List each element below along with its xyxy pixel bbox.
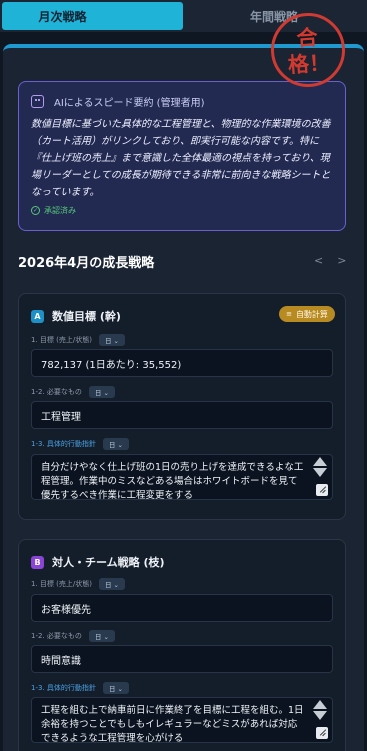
need-label-text: 1-2. 必要なもの [31, 388, 82, 396]
strategy-card-team: B 対人・チーム戦略 (枝) 1. 目標 (売上/状態) 日 ⌄ お客様優先 1-… [18, 539, 346, 751]
language-toggle-button[interactable]: 日 ⌄ [98, 578, 125, 590]
resize-handle-icon[interactable] [316, 484, 328, 496]
language-toggle-button[interactable]: 日 ⌄ [88, 630, 115, 642]
action-label-text: 1-3. 具体的行動指針 [31, 440, 96, 448]
goal-label-text: 1. 目標 (売上/状態) [31, 336, 92, 344]
arrow-up-icon [313, 700, 327, 709]
action-label: 1-3. 具体的行動指針日 ⌄ [31, 438, 129, 450]
card-badge: B [31, 555, 44, 569]
ai-summary-header: AIによるスピード要約 (管理者用) [31, 94, 333, 109]
ai-summary-box: AIによるスピード要約 (管理者用) 数値目標に基づいた具体的な工程管理と、物理… [18, 81, 346, 231]
strategy-panel: AIによるスピード要約 (管理者用) 数値目標に基づいた具体的な工程管理と、物理… [3, 44, 364, 751]
approval-status-label: 承認済み [44, 206, 76, 215]
next-month-button[interactable]: > [337, 254, 360, 267]
ai-summary-title: AIによるスピード要約 (管理者用) [54, 98, 205, 109]
action-textarea[interactable]: 自分だけやなく仕上げ班の1日の売り上げを達成できるよな工程管理。作業中のミスなど… [31, 454, 333, 500]
language-toggle-button[interactable]: 日 ⌄ [102, 438, 129, 450]
approval-status: ✓ 承認済み [31, 205, 333, 216]
tab-monthly-strategy[interactable]: 月次戦略 [2, 2, 183, 30]
action-text: 自分だけやなく仕上げ班の1日の売り上げを達成できるよな工程管理。作業中のミスなど… [41, 462, 304, 500]
auto-calc-badge: ≡ 自動計算 [279, 306, 335, 322]
action-label-text: 1-3. 具体的行動指針 [31, 684, 96, 692]
month-nav: <> [314, 254, 360, 267]
goal-label-text: 1. 目標 (売上/状態) [31, 580, 92, 588]
need-label-text: 1-2. 必要なもの [31, 632, 82, 640]
scroll-arrows[interactable] [312, 700, 328, 722]
card-title: 対人・チーム戦略 (枝) [52, 556, 165, 569]
auto-calc-label: 自動計算 [295, 309, 328, 319]
need-label: 1-2. 必要なもの日 ⌄ [31, 386, 115, 398]
action-text: 工程を組む上で納車前日に作業終了を目標に工程を組む。1日余裕を持つことでもしもイ… [41, 705, 304, 743]
ai-summary-text: 数値目標に基づいた具体的な工程管理と、物理的な作業環境の改善（カート活用）がリン… [31, 119, 331, 198]
need-label: 1-2. 必要なもの日 ⌄ [31, 630, 115, 642]
prev-month-button[interactable]: < [314, 254, 337, 267]
arrow-up-icon [313, 457, 327, 466]
language-toggle-button[interactable]: 日 ⌄ [102, 682, 129, 694]
need-input[interactable]: 時間意識 [31, 645, 333, 673]
action-label: 1-3. 具体的行動指針日 ⌄ [31, 682, 129, 694]
robot-icon [31, 95, 44, 108]
goal-input[interactable]: 782,137 (1日あたり: 35,552) [31, 349, 333, 377]
language-toggle-button[interactable]: 日 ⌄ [98, 334, 125, 346]
language-toggle-button[interactable]: 日 ⌄ [88, 386, 115, 398]
stamp-line2: 格！ [287, 50, 331, 78]
card-badge: A [31, 309, 44, 323]
strategy-card-numeric: A 数値目標 (幹) ≡ 自動計算 1. 目標 (売上/状態) 日 ⌄ 782,13… [18, 293, 346, 520]
arrow-down-icon [313, 711, 327, 720]
goal-input[interactable]: お客様優先 [31, 594, 333, 622]
bolt-icon: ≡ [286, 310, 292, 318]
goal-label: 1. 目標 (売上/状態) 日 ⌄ [31, 334, 125, 346]
action-textarea[interactable]: 工程を組む上で納車前日に作業終了を目標に工程を組む。1日余裕を持つことでもしもイ… [31, 697, 333, 743]
page-title: 2026年4月の成長戦略 [18, 256, 155, 271]
check-circle-icon: ✓ [31, 206, 40, 215]
scroll-arrows[interactable] [312, 457, 328, 479]
resize-handle-icon[interactable] [316, 727, 328, 739]
card-title: 数値目標 (幹) [52, 310, 121, 323]
need-input[interactable]: 工程管理 [31, 401, 333, 429]
goal-label: 1. 目標 (売上/状態) 日 ⌄ [31, 578, 125, 590]
arrow-down-icon [313, 468, 327, 477]
